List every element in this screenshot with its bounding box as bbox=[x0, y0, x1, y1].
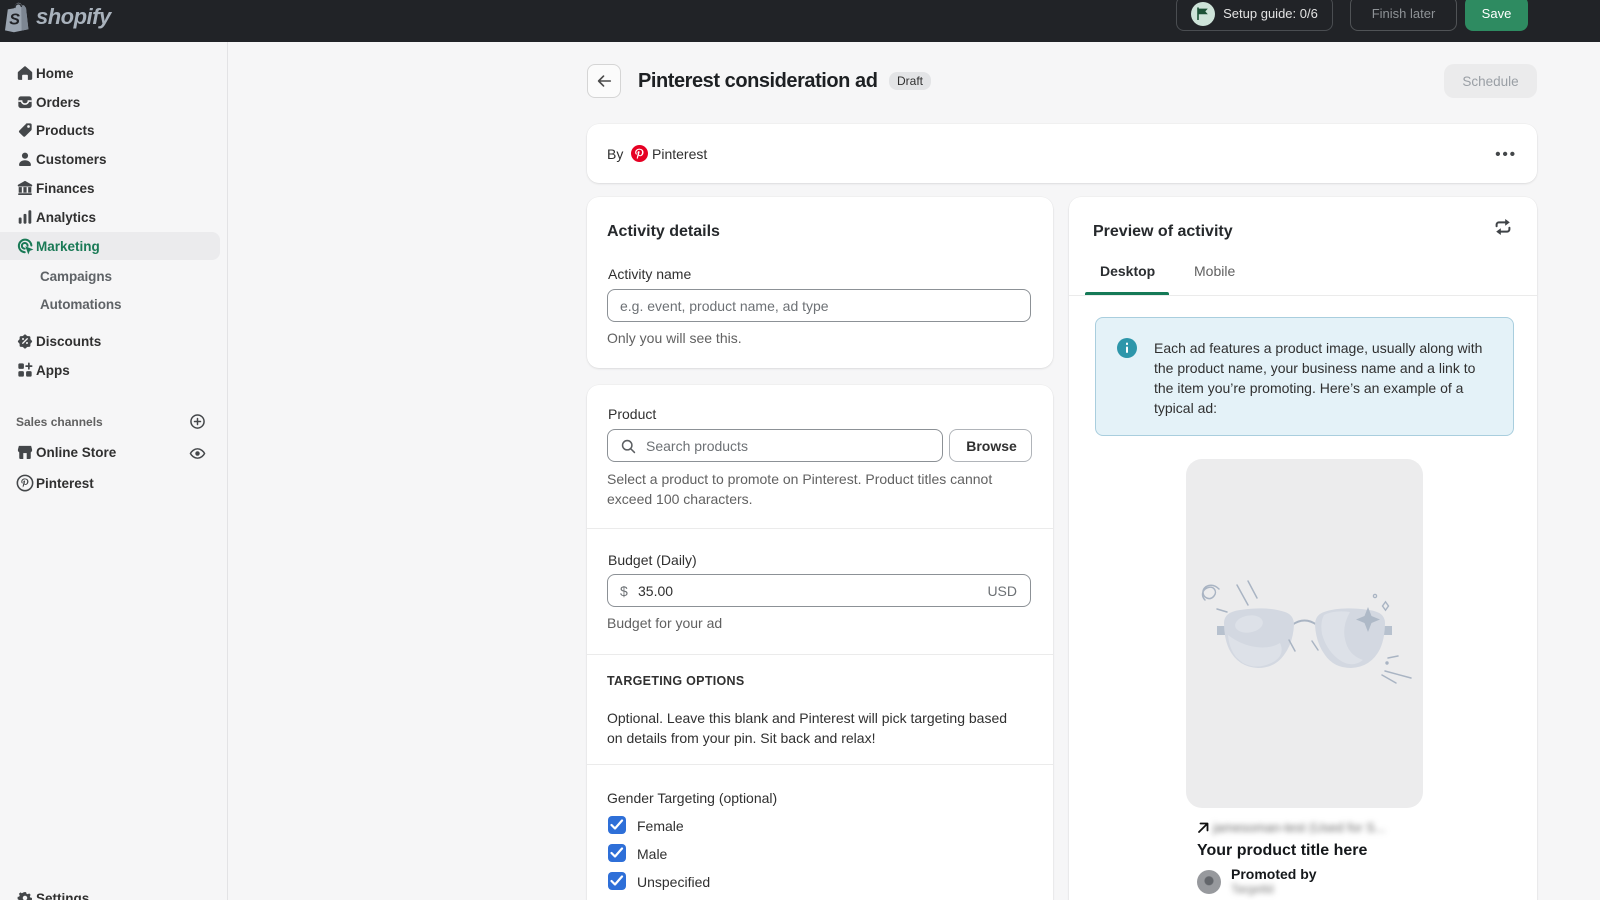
svg-text:S: S bbox=[9, 11, 20, 28]
